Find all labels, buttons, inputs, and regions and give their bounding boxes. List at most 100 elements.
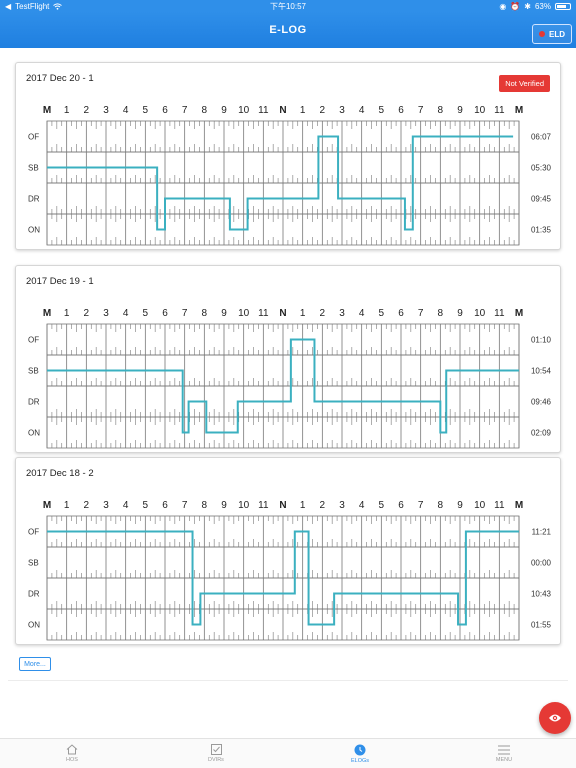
hour-label: 1 bbox=[64, 105, 70, 116]
hour-label: 3 bbox=[103, 500, 109, 511]
hour-label: 4 bbox=[359, 500, 365, 511]
hour-label: 6 bbox=[398, 105, 404, 116]
hour-label: 5 bbox=[379, 500, 385, 511]
tab-menu[interactable]: MENU bbox=[432, 739, 576, 768]
status-label: SB bbox=[28, 367, 39, 376]
hour-label: 10 bbox=[474, 308, 486, 319]
hour-label: 3 bbox=[103, 308, 109, 319]
hour-label: 11 bbox=[494, 308, 505, 319]
hour-label: 9 bbox=[457, 308, 463, 319]
status-total: 02:09 bbox=[531, 429, 552, 438]
status-label: SB bbox=[28, 559, 39, 568]
view-fab-button[interactable] bbox=[539, 702, 571, 734]
log-graph: M 1 2 3 4 5 6 7 8 9 10 11 N 1 2 3 4 5 6 7 8 9 10 11 M OF 06:07 SB 05… bbox=[28, 105, 552, 246]
hour-label: 3 bbox=[339, 105, 345, 116]
status-label: OF bbox=[28, 336, 39, 345]
hour-label: 6 bbox=[162, 308, 168, 319]
log-card[interactable]: 2017 Dec 18 - 2 M 1 2 3 4 5 6 7 8 9 10 11 N 1 2 3 4 5 6 7 8 9… bbox=[15, 457, 561, 645]
app-bar: E-LOG ELD bbox=[0, 12, 576, 48]
status-label: ON bbox=[28, 621, 40, 630]
checkbox-icon bbox=[210, 744, 222, 755]
status-label: DR bbox=[28, 590, 40, 599]
hour-label: 3 bbox=[339, 500, 345, 511]
hour-label: 5 bbox=[143, 308, 149, 319]
status-total: 09:45 bbox=[531, 195, 552, 204]
hour-label: 9 bbox=[221, 500, 227, 511]
eye-icon bbox=[549, 714, 561, 722]
status-total: 10:54 bbox=[531, 367, 552, 376]
more-button[interactable]: More... bbox=[19, 657, 51, 671]
hour-label: 11 bbox=[258, 105, 269, 116]
hour-label: 7 bbox=[182, 105, 188, 116]
hour-label: M bbox=[515, 308, 523, 319]
tab-elogs[interactable]: ELOGs bbox=[288, 739, 432, 768]
hour-label: 3 bbox=[103, 105, 109, 116]
hour-label: 2 bbox=[320, 308, 326, 319]
menu-icon bbox=[498, 745, 510, 754]
home-icon bbox=[66, 744, 78, 755]
status-total: 01:55 bbox=[531, 621, 552, 630]
hour-label: 8 bbox=[438, 500, 444, 511]
hour-label: 5 bbox=[379, 105, 385, 116]
hour-label: 4 bbox=[359, 105, 365, 116]
hour-label: 8 bbox=[438, 308, 444, 319]
hour-label: 11 bbox=[258, 308, 269, 319]
hour-label: 6 bbox=[398, 308, 404, 319]
hour-label: N bbox=[279, 500, 286, 511]
hour-label: 6 bbox=[162, 500, 168, 511]
carrier-label: TestFlight bbox=[15, 1, 50, 11]
hour-label: 10 bbox=[474, 105, 486, 116]
hour-label: M bbox=[515, 500, 523, 511]
status-label: DR bbox=[28, 398, 40, 407]
tab-label: HOS bbox=[66, 757, 78, 763]
hour-label: 9 bbox=[221, 308, 227, 319]
hour-label: 10 bbox=[238, 308, 250, 319]
hour-label: 2 bbox=[320, 500, 326, 511]
hour-label: 6 bbox=[398, 500, 404, 511]
hour-label: 8 bbox=[202, 500, 208, 511]
log-card[interactable]: 2017 Dec 19 - 1 M 1 2 3 4 5 6 7 8 9 10 11 N 1 2 3 4 5 6 7 8 9… bbox=[15, 265, 561, 453]
eld-button-label: ELD bbox=[549, 29, 565, 39]
tab-label: ELOGs bbox=[350, 757, 370, 764]
status-label: ON bbox=[28, 429, 40, 438]
log-card[interactable]: 2017 Dec 20 - 1 Not Verified M1234567891… bbox=[15, 62, 561, 250]
divider bbox=[8, 680, 568, 681]
hour-label: N bbox=[279, 105, 286, 116]
hour-label: 5 bbox=[143, 500, 149, 511]
hour-label: 11 bbox=[258, 500, 269, 511]
hour-label: 4 bbox=[123, 500, 129, 511]
location-icon: ◉ bbox=[499, 1, 507, 11]
tab-label: MENU bbox=[495, 756, 513, 763]
hour-label: M bbox=[43, 308, 51, 319]
hour-label: 1 bbox=[300, 500, 306, 511]
hour-label: 9 bbox=[457, 500, 463, 511]
hour-label: N bbox=[279, 308, 286, 319]
log-graph: M 1 2 3 4 5 6 7 8 9 10 11 N 1 2 3 4 5 6 7 8 9 10 11 M OF 11:21 SB 00… bbox=[28, 500, 552, 641]
tab-dvirs[interactable]: DVIRs bbox=[144, 739, 288, 768]
tab-hos[interactable]: HOS bbox=[0, 739, 144, 768]
hour-label: M bbox=[43, 105, 51, 116]
hour-label: 9 bbox=[221, 105, 227, 116]
tab-bar: HOS DVIRs ELOGs MENU bbox=[0, 738, 576, 768]
status-total: 00:00 bbox=[531, 559, 552, 568]
hour-label: 1 bbox=[64, 500, 70, 511]
hour-label: 10 bbox=[238, 500, 250, 511]
status-label: ON bbox=[28, 226, 40, 235]
status-total: 05:30 bbox=[531, 164, 552, 173]
hour-label: 6 bbox=[162, 105, 168, 116]
back-arrow-icon[interactable]: ◀ bbox=[5, 2, 11, 11]
hour-label: 11 bbox=[494, 105, 505, 116]
log-graph: M 1 2 3 4 5 6 7 8 9 10 11 N 1 2 3 4 5 6 7 8 9 10 11 M OF 01:10 SB 10… bbox=[28, 308, 552, 449]
hour-label: 8 bbox=[438, 105, 444, 116]
hour-label: 2 bbox=[84, 105, 90, 116]
hour-label: 8 bbox=[202, 105, 208, 116]
hour-label: 2 bbox=[320, 105, 326, 116]
hour-label: 5 bbox=[379, 308, 385, 319]
eld-button[interactable]: ELD bbox=[532, 24, 572, 44]
hour-label: 1 bbox=[64, 308, 70, 319]
hour-label: 7 bbox=[182, 308, 188, 319]
status-label: SB bbox=[28, 164, 39, 173]
status-total: 01:35 bbox=[531, 226, 552, 235]
hour-label: 2 bbox=[84, 308, 90, 319]
status-total: 06:07 bbox=[531, 133, 552, 142]
